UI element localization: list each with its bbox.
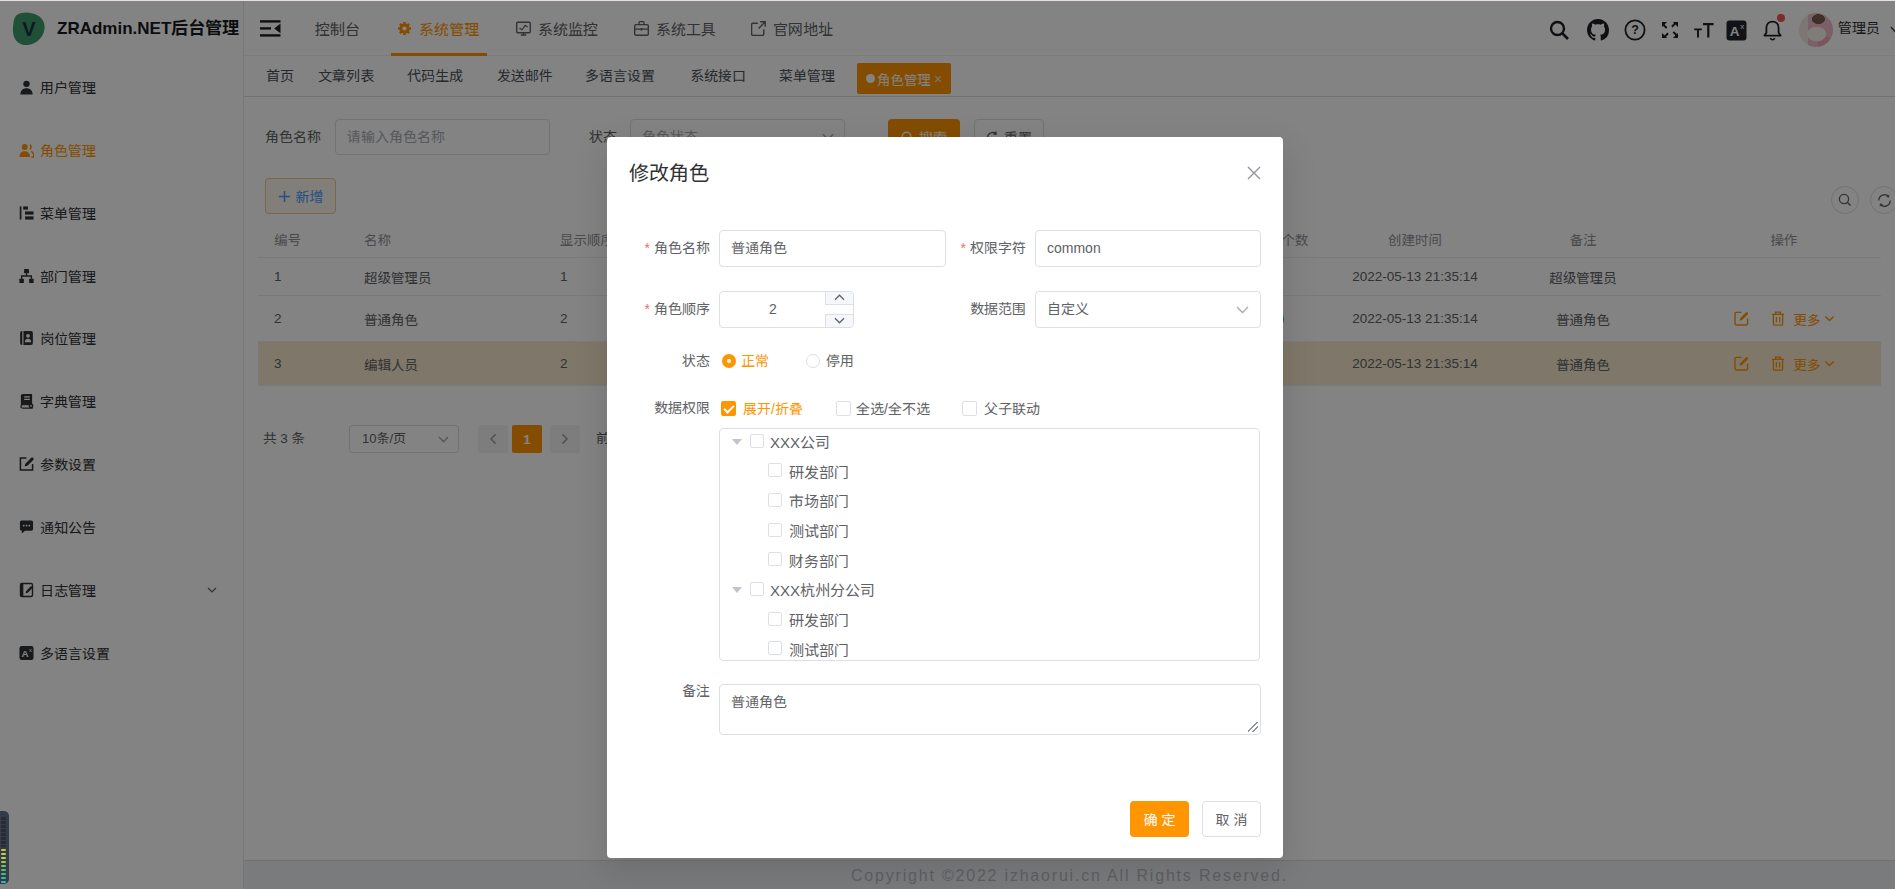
chevron-down-icon [834,317,845,324]
tree-checkbox[interactable] [768,612,782,626]
decrease-button[interactable] [825,314,853,328]
data-scope-label: 数据范围 [907,291,1026,327]
increase-button[interactable] [825,292,853,305]
checkbox-linkage[interactable] [962,401,977,416]
required-asterisk: * [645,240,650,256]
perm-key-label: *权限字符 [907,230,1026,266]
tree-checkbox[interactable] [768,493,782,507]
top-edge-line [0,0,1895,1]
checkbox-expand-label[interactable]: 展开/折叠 [743,401,803,416]
tree-checkbox[interactable] [768,552,782,566]
data-scope-select[interactable]: 自定义 [1035,291,1261,328]
role-order-stepper[interactable]: 2 [719,291,854,328]
radio-normal[interactable] [722,354,736,368]
perm-key-field[interactable]: common [1035,230,1261,267]
remark-label: 备注 [607,676,710,706]
tree-node-label: 测试部门 [789,520,849,541]
chevron-down-icon [1236,306,1249,314]
radio-normal-label[interactable]: 正常 [741,354,769,368]
required-asterisk: * [961,240,966,256]
tree-node[interactable]: 研发部门 [720,456,1259,486]
role-name-label: *角色名称 [607,230,710,266]
tree-expand-caret[interactable] [732,587,742,593]
chevron-up-icon [834,294,845,301]
checkbox-selectall[interactable] [836,401,851,416]
checkbox-expand[interactable] [721,401,736,416]
data-perm-label: 数据权限 [607,390,710,426]
tree-node-label: 研发部门 [789,609,849,630]
tree-node-label: 研发部门 [789,461,849,482]
status-label: 状态 [607,343,710,379]
dialog-title: 修改角色 [629,157,709,186]
cancel-button[interactable]: 取 消 [1202,801,1261,837]
role-order-value: 2 [720,292,826,327]
role-order-label-text: 角色顺序 [654,301,710,317]
checkbox-linkage-label[interactable]: 父子联动 [984,401,1040,416]
radio-disabled[interactable] [806,354,820,368]
tree-node-label: 市场部门 [789,490,849,511]
tree-node[interactable]: 财务部门 [720,545,1259,575]
tree-node-label: XXX公司 [770,431,830,452]
tree-expand-caret[interactable] [732,439,742,445]
data-perm-label-text: 数据权限 [654,400,710,416]
tree-node[interactable]: 测试部门 [720,516,1259,546]
close-icon[interactable] [1245,164,1263,182]
remark-label-text: 备注 [682,683,710,699]
tree-node-label: 财务部门 [789,550,849,571]
tree-node[interactable]: 研发部门 [720,605,1259,635]
tree-checkbox[interactable] [750,582,764,596]
status-label-text: 状态 [682,353,710,369]
perm-key-label-text: 权限字符 [970,240,1026,256]
checkbox-selectall-label[interactable]: 全选/全不选 [856,401,930,416]
role-name-label-text: 角色名称 [654,240,710,256]
radio-disabled-label[interactable]: 停用 [826,354,854,368]
tree-checkbox[interactable] [768,641,782,655]
remark-textarea[interactable]: 普通角色 [719,684,1261,735]
app-root: V ZRAdmin.NET后台管理 用户管理 角色管理 菜单管理 [0,0,1895,889]
confirm-button[interactable]: 确 定 [1130,801,1189,837]
role-order-label: *角色顺序 [607,291,710,327]
tree-node-label: 测试部门 [789,639,849,660]
tree-checkbox[interactable] [750,434,764,448]
data-scope-value: 自定义 [1047,301,1089,317]
resize-grip[interactable] [1248,722,1258,732]
tree-node[interactable]: XXX公司 [720,428,1259,456]
required-asterisk: * [645,301,650,317]
devtools-widget[interactable] [0,811,9,884]
remark-value: 普通角色 [731,694,787,710]
tree-node[interactable]: XXX杭州分公司 [720,575,1259,605]
tree-node[interactable]: 测试部门 [720,634,1259,661]
edit-role-dialog: 修改角色 *角色名称 普通角色 *权限字符 common *角色顺序 2 数据范… [607,137,1283,858]
tree-node[interactable]: 市场部门 [720,486,1259,516]
tree-node-label: XXX杭州分公司 [770,579,875,600]
data-scope-label-text: 数据范围 [970,301,1026,317]
tree-checkbox[interactable] [768,523,782,537]
tree-checkbox[interactable] [768,463,782,477]
dept-tree: XXX公司 研发部门 市场部门 测试部门 财务部门 XXX杭州分公司 [719,428,1260,661]
